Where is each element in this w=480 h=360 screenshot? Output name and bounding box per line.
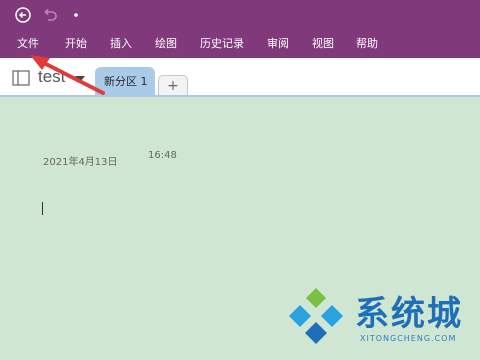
dropdown-dot-icon <box>74 13 78 17</box>
undo-icon <box>44 8 57 21</box>
notebook-icon <box>12 70 30 86</box>
watermark-logo-icon <box>289 288 343 344</box>
notebook-name[interactable]: test <box>38 67 65 87</box>
back-circle-icon <box>15 7 31 23</box>
tab-label: 新分区 1 <box>104 75 148 88</box>
menu-home[interactable]: 开始 <box>65 37 87 51</box>
section-tab-bar: test 新分区 1 + <box>0 58 480 97</box>
menu-history[interactable]: 历史记录 <box>200 37 244 51</box>
title-bar <box>0 0 480 30</box>
menu-view[interactable]: 视图 <box>312 37 334 51</box>
page-date: 2021年4月13日 <box>43 157 118 168</box>
tab-section-1[interactable]: 新分区 1 <box>95 67 155 96</box>
menu-help[interactable]: 帮助 <box>356 37 378 51</box>
page-time: 16:48 <box>148 150 177 161</box>
ribbon-menu: 文件 开始 插入 绘图 历史记录 审阅 视图 帮助 <box>0 30 480 58</box>
notebook-dropdown-icon[interactable] <box>75 76 85 82</box>
quick-access-dropdown[interactable] <box>66 5 86 25</box>
watermark-text: 系统城 <box>355 294 463 334</box>
menu-file[interactable]: 文件 <box>17 37 39 51</box>
text-cursor <box>42 202 43 215</box>
menu-insert[interactable]: 插入 <box>110 37 132 51</box>
undo-button[interactable] <box>40 5 60 25</box>
back-button[interactable] <box>13 5 33 25</box>
menu-review[interactable]: 审阅 <box>267 37 289 51</box>
add-section-button[interactable]: + <box>158 75 188 97</box>
menu-draw[interactable]: 绘图 <box>155 37 177 51</box>
watermark-subtext: XITONGCHENG.COM <box>360 334 457 343</box>
